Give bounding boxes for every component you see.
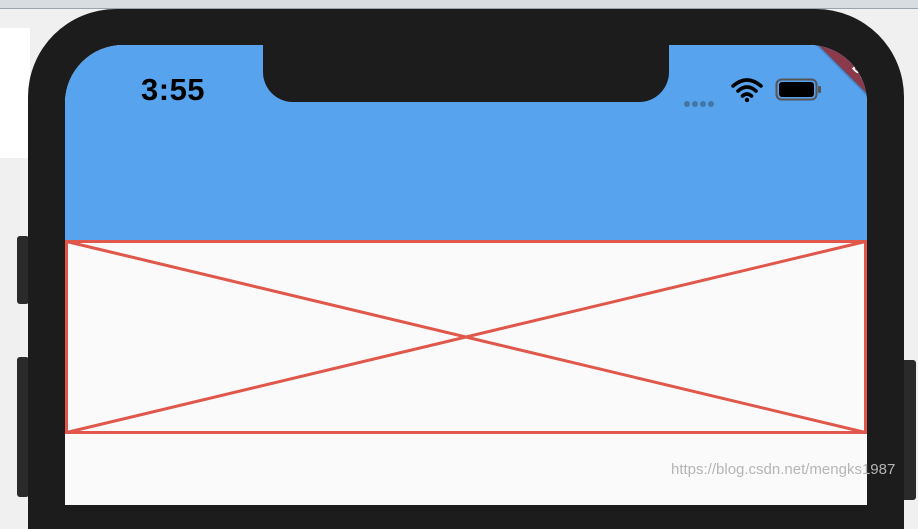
- signal-dots-icon: [684, 94, 716, 112]
- desktop-window-strip: [0, 28, 30, 158]
- desktop-background: [0, 0, 918, 9]
- notch: [263, 45, 669, 102]
- placeholder-graphic: [65, 240, 867, 434]
- phone-screen: 3:55 DEBUG: [65, 45, 867, 505]
- watermark-text: https://blog.csdn.net/mengks1987: [671, 461, 896, 478]
- debug-banner-label: DEBUG: [810, 45, 867, 151]
- status-time: 3:55: [141, 72, 206, 107]
- placeholder-widget: [65, 240, 867, 434]
- debug-banner: DEBUG: [755, 45, 867, 185]
